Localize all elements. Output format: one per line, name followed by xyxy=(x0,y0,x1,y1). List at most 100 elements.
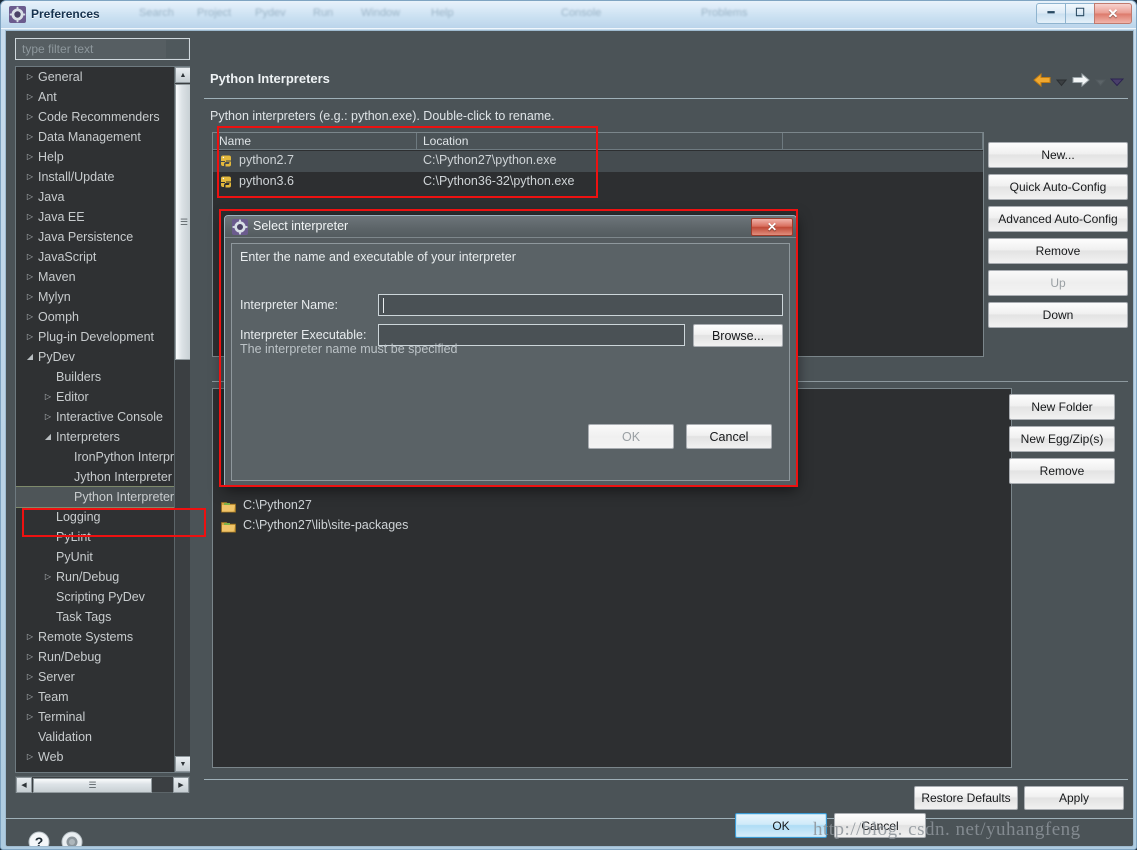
pythonpath-new-folder-button[interactable]: New Folder xyxy=(1009,394,1115,420)
overflow-dropdown-icon[interactable] xyxy=(1109,74,1125,92)
chevron-right-icon[interactable]: ▷ xyxy=(22,207,38,227)
advanced-auto-config-button[interactable]: Advanced Auto-Config xyxy=(988,206,1128,232)
column-header-name[interactable]: Name xyxy=(213,133,417,150)
sidebar-item-task-tags[interactable]: Task Tags xyxy=(16,607,174,627)
chevron-down-icon[interactable]: ◢ xyxy=(22,347,38,367)
table-row[interactable]: python2.7 C:\Python27\python.exe xyxy=(213,151,983,172)
sidebar-item-general[interactable]: ▷ General xyxy=(16,67,174,87)
sidebar-item-builders[interactable]: Builders xyxy=(16,367,174,387)
chevron-right-icon[interactable]: ▷ xyxy=(40,567,56,587)
sidebar-item-ironpython-interpreter[interactable]: IronPython Interpreter xyxy=(16,447,190,467)
table-row[interactable]: python3.6 C:\Python36-32\python.exe xyxy=(213,172,983,193)
maximize-button[interactable]: ☐ xyxy=(1065,3,1095,24)
sidebar-item-python-interpreter[interactable]: Python Interpreter xyxy=(16,486,175,508)
browse-button[interactable]: Browse... xyxy=(693,324,783,347)
chevron-right-icon[interactable]: ▷ xyxy=(22,147,38,167)
sidebar-item-scripting-pydev[interactable]: Scripting PyDev xyxy=(16,587,174,607)
chevron-right-icon[interactable]: ▷ xyxy=(22,667,38,687)
chevron-right-icon[interactable]: ▷ xyxy=(22,707,38,727)
column-header-location[interactable]: Location xyxy=(417,133,783,150)
minimize-button[interactable]: ━ xyxy=(1036,3,1066,24)
tree-horizontal-scrollbar[interactable]: ◀ ☰ ▶ xyxy=(15,776,190,793)
chevron-right-icon[interactable]: ▷ xyxy=(22,187,38,207)
scroll-left-button[interactable]: ◀ xyxy=(16,777,32,793)
dialog-close-button[interactable]: ✕ xyxy=(751,218,793,236)
sidebar-item-plug-in-development[interactable]: ▷ Plug-in Development xyxy=(16,327,174,347)
scroll-right-button[interactable]: ▶ xyxy=(173,777,189,793)
chevron-right-icon[interactable]: ▷ xyxy=(22,127,38,147)
filter-input-wrap[interactable]: type filter text xyxy=(15,38,190,60)
pythonpath-remove-button[interactable]: Remove xyxy=(1009,458,1115,484)
apply-button[interactable]: Apply xyxy=(1024,786,1124,810)
sidebar-item-mylyn[interactable]: ▷ Mylyn xyxy=(16,287,174,307)
chevron-right-icon[interactable]: ▷ xyxy=(22,67,38,87)
new-button[interactable]: New... xyxy=(988,142,1128,168)
list-item[interactable]: C:\Python27\lib\site-packages xyxy=(213,517,993,537)
sidebar-item-terminal[interactable]: ▷ Terminal xyxy=(16,707,174,727)
chevron-right-icon[interactable]: ▷ xyxy=(22,107,38,127)
sidebar-item-logging[interactable]: Logging xyxy=(16,507,174,527)
close-button[interactable]: ✕ xyxy=(1094,3,1132,24)
chevron-right-icon[interactable]: ▷ xyxy=(22,647,38,667)
chevron-right-icon[interactable]: ▷ xyxy=(22,267,38,287)
chevron-right-icon[interactable]: ▷ xyxy=(22,307,38,327)
pythonpath-new-egg-zip-s-button[interactable]: New Egg/Zip(s) xyxy=(1009,426,1115,452)
sidebar-item-jython-interpreter[interactable]: Jython Interpreter xyxy=(16,467,174,487)
forward-arrow-icon[interactable] xyxy=(1071,72,1091,93)
chevron-right-icon[interactable]: ▷ xyxy=(22,327,38,347)
question-mark-icon[interactable]: ? xyxy=(28,831,50,846)
dialog-cancel-button[interactable]: Cancel xyxy=(686,424,772,449)
sidebar-item-java-ee[interactable]: ▷ Java EE xyxy=(16,207,174,227)
chevron-right-icon[interactable]: ▷ xyxy=(22,87,38,107)
sidebar-item-data-management[interactable]: ▷ Data Management xyxy=(16,127,174,147)
chevron-right-icon[interactable]: ▷ xyxy=(40,387,56,407)
remove-button[interactable]: Remove xyxy=(988,238,1128,264)
quick-auto-config-button[interactable]: Quick Auto-Config xyxy=(988,174,1128,200)
chevron-right-icon[interactable]: ▷ xyxy=(40,407,56,427)
sidebar-item-pyunit[interactable]: PyUnit xyxy=(16,547,174,567)
back-dropdown-icon[interactable] xyxy=(1055,74,1068,92)
forward-dropdown-icon[interactable] xyxy=(1094,74,1107,92)
chevron-down-icon[interactable]: ◢ xyxy=(40,427,56,447)
sidebar-item-web[interactable]: ▷ Web xyxy=(16,747,174,767)
sidebar-item-oomph[interactable]: ▷ Oomph xyxy=(16,307,174,327)
scroll-down-button[interactable]: ▼ xyxy=(175,756,190,772)
chevron-right-icon[interactable]: ▷ xyxy=(22,167,38,187)
sidebar-item-help[interactable]: ▷ Help xyxy=(16,147,174,167)
settings-tree[interactable]: ▷ General ▷ Ant ▷ Code Recommenders ▷ Data Mana… xyxy=(15,66,190,773)
chevron-right-icon[interactable]: ▷ xyxy=(22,627,38,647)
gear-circle-icon[interactable] xyxy=(61,831,83,846)
sidebar-item-run-debug[interactable]: ▷ Run/Debug xyxy=(16,647,174,667)
back-arrow-icon[interactable] xyxy=(1032,72,1052,93)
chevron-right-icon[interactable]: ▷ xyxy=(22,227,38,247)
chevron-right-icon[interactable]: ▷ xyxy=(22,747,38,767)
restore-defaults-button[interactable]: Restore Defaults xyxy=(914,786,1018,810)
sidebar-item-java[interactable]: ▷ Java xyxy=(16,187,174,207)
sidebar-item-pylint[interactable]: PyLint xyxy=(16,527,174,547)
chevron-right-icon[interactable]: ▷ xyxy=(22,287,38,307)
sidebar-item-ant[interactable]: ▷ Ant xyxy=(16,87,174,107)
sidebar-item-editor[interactable]: ▷ Editor xyxy=(16,387,174,407)
sidebar-item-run-debug[interactable]: ▷ Run/Debug xyxy=(16,567,174,587)
chevron-right-icon[interactable]: ▷ xyxy=(22,247,38,267)
sidebar-item-team[interactable]: ▷ Team xyxy=(16,687,174,707)
tree-vertical-scrollbar[interactable]: ▲ ☰ ▼ xyxy=(174,67,190,772)
scroll-up-button[interactable]: ▲ xyxy=(175,67,190,83)
interpreter-name-input[interactable] xyxy=(378,294,783,316)
list-item[interactable]: C:\Python27 xyxy=(213,497,993,517)
sidebar-item-interactive-console[interactable]: ▷ Interactive Console xyxy=(16,407,174,427)
sidebar-item-remote-systems[interactable]: ▷ Remote Systems xyxy=(16,627,174,647)
sidebar-item-install-update[interactable]: ▷ Install/Update xyxy=(16,167,174,187)
tree-vertical-scroll-thumb[interactable]: ☰ xyxy=(175,84,190,360)
sidebar-item-maven[interactable]: ▷ Maven xyxy=(16,267,174,287)
sidebar-item-pydev[interactable]: ◢ PyDev xyxy=(16,347,174,367)
filter-clear-button[interactable] xyxy=(166,40,188,58)
sidebar-item-code-recommenders[interactable]: ▷ Code Recommenders xyxy=(16,107,174,127)
sidebar-item-javascript[interactable]: ▷ JavaScript xyxy=(16,247,174,267)
down-button[interactable]: Down xyxy=(988,302,1128,328)
sidebar-item-interpreters[interactable]: ◢ Interpreters xyxy=(16,427,174,447)
dialog-ok-button[interactable]: OK xyxy=(588,424,674,449)
sidebar-item-validation[interactable]: Validation xyxy=(16,727,174,747)
tree-horizontal-scroll-thumb[interactable]: ☰ xyxy=(33,778,152,793)
sidebar-item-server[interactable]: ▷ Server xyxy=(16,667,174,687)
